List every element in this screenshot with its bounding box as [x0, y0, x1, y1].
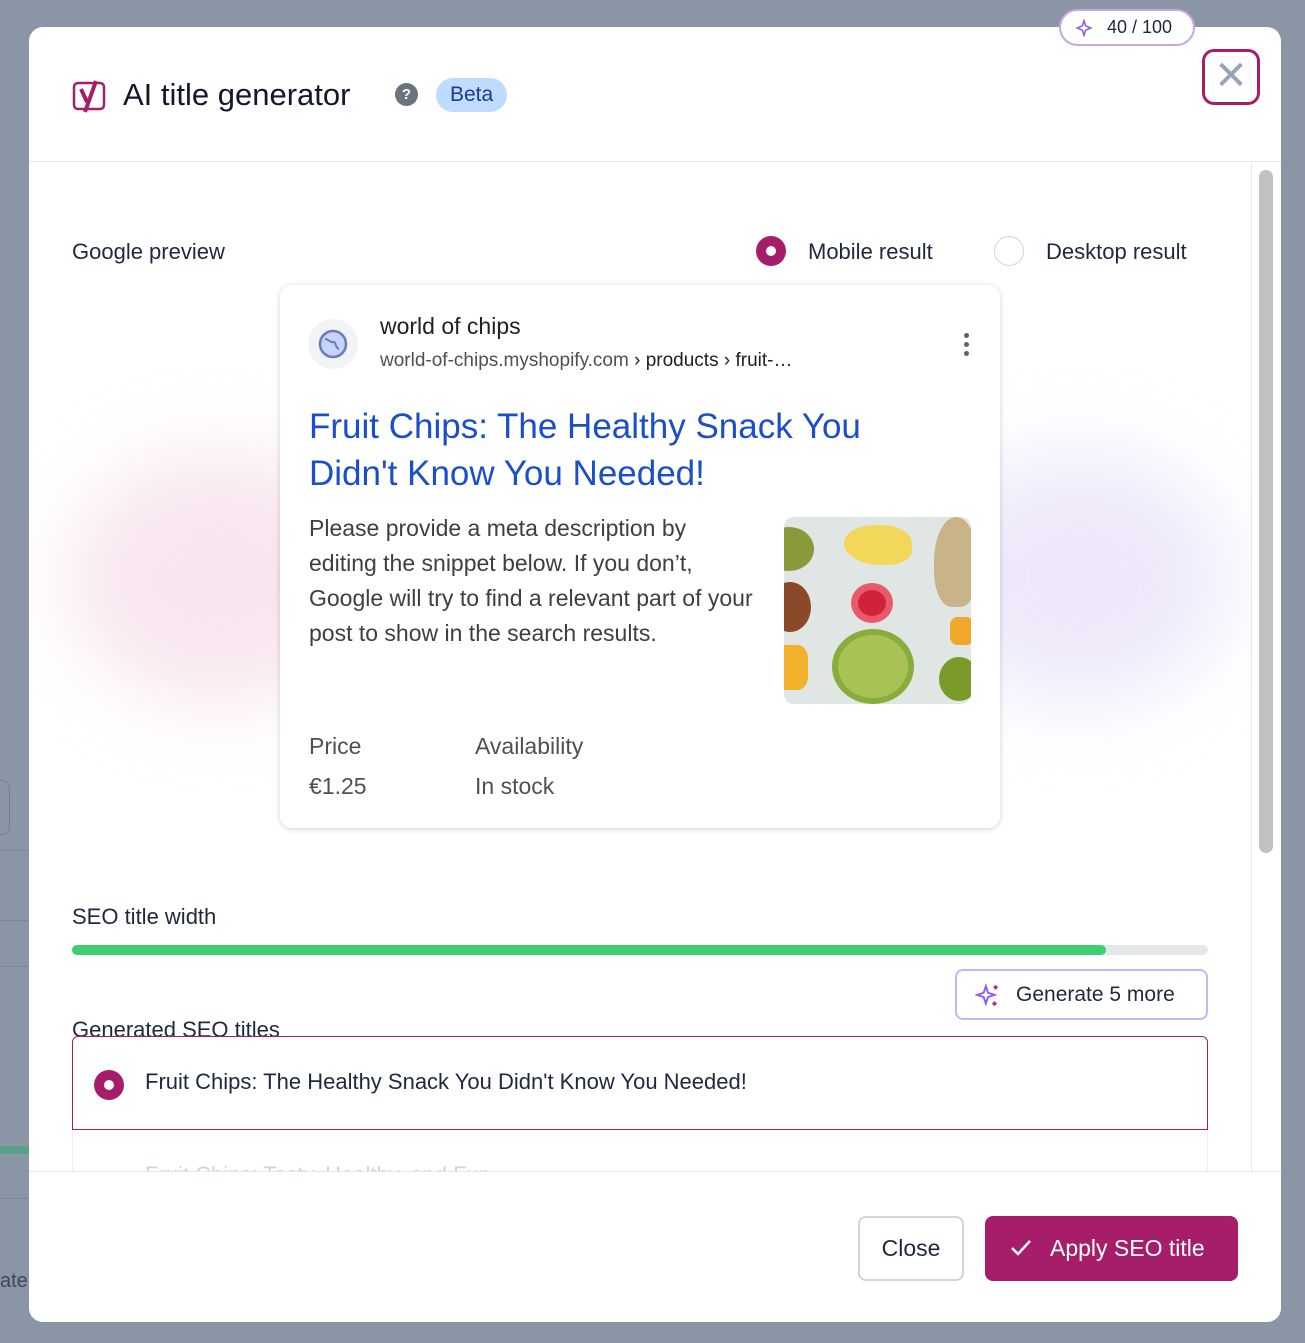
url-path: › products › fruit-… [628, 350, 793, 371]
desktop-result-label[interactable]: Desktop result [1046, 239, 1187, 265]
site-name: world of chips [380, 313, 521, 339]
background-divider [0, 1198, 29, 1199]
modal-body: Google preview Mobile result Desktop res… [29, 163, 1251, 1171]
close-button[interactable]: Close [858, 1216, 964, 1281]
product-image [784, 517, 971, 704]
title-option[interactable]: Fruit Chips: The Healthy Snack You Didn'… [72, 1036, 1208, 1130]
ai-title-generator-modal: AI title generator ? Beta ✕ Google previ… [29, 27, 1281, 1322]
background-divider [0, 920, 29, 921]
title-option-text: Fruit Chips: The Healthy Snack You Didn'… [145, 1069, 747, 1094]
seo-title-width-label: SEO title width [72, 904, 217, 929]
sparkles-icon [1075, 19, 1093, 37]
mobile-result-label[interactable]: Mobile result [808, 239, 933, 265]
availability-value: In stock [475, 773, 555, 799]
background-field [0, 780, 10, 835]
desktop-result-radio[interactable] [994, 236, 1024, 266]
more-options-icon[interactable] [964, 333, 970, 360]
mobile-result-radio[interactable] [756, 236, 786, 266]
globe-icon [308, 319, 358, 369]
beta-badge: Beta [436, 78, 508, 112]
close-icon[interactable]: ✕ [1202, 49, 1260, 105]
background-divider [0, 850, 29, 851]
url-host: world-of-chips.myshopify.com [380, 350, 629, 371]
background-bar [0, 1146, 29, 1154]
sparkles-icon [975, 983, 998, 1007]
background-divider [0, 966, 29, 967]
modal-footer: Close Apply SEO title [29, 1171, 1281, 1322]
ai-quota-badge: 40 / 100 [1059, 9, 1195, 46]
google-preview-label: Google preview [72, 239, 225, 264]
seo-title-width-bar [72, 945, 1208, 955]
modal-header: AI title generator ? Beta ✕ [29, 27, 1281, 162]
background-text: ate [0, 1270, 28, 1292]
breadcrumb-url: world-of-chips.myshopify.com › products … [380, 350, 792, 372]
title-option-text: Fruit Chips: Tasty, Healthy, and Fun [145, 1162, 491, 1171]
google-preview-card: world of chips world-of-chips.myshopify.… [280, 285, 1000, 828]
generate-more-button[interactable]: Generate 5 more [955, 969, 1208, 1020]
price-value: €1.25 [309, 773, 367, 799]
preview-title[interactable]: Fruit Chips: The Healthy Snack You Didn'… [309, 403, 909, 497]
apply-label: Apply SEO title [1050, 1235, 1205, 1261]
question-icon[interactable]: ? [395, 83, 418, 106]
price-label: Price [309, 733, 362, 759]
availability-label: Availability [475, 733, 584, 759]
seo-title-width-fill [72, 945, 1106, 955]
generate-more-label: Generate 5 more [1016, 983, 1175, 1006]
scrollbar-thumb[interactable] [1259, 170, 1273, 853]
title-option-radio[interactable] [94, 1070, 124, 1100]
quota-text: 40 / 100 [1107, 17, 1173, 37]
yoast-logo-icon [72, 80, 106, 113]
apply-seo-title-button[interactable]: Apply SEO title [985, 1216, 1238, 1281]
scrollbar[interactable] [1251, 163, 1281, 1171]
check-icon [1011, 1240, 1031, 1256]
modal-title: AI title generator [123, 77, 351, 112]
title-option[interactable]: Fruit Chips: Tasty, Healthy, and Fun [72, 1130, 1208, 1171]
preview-description: Please provide a meta description by edi… [309, 515, 753, 646]
